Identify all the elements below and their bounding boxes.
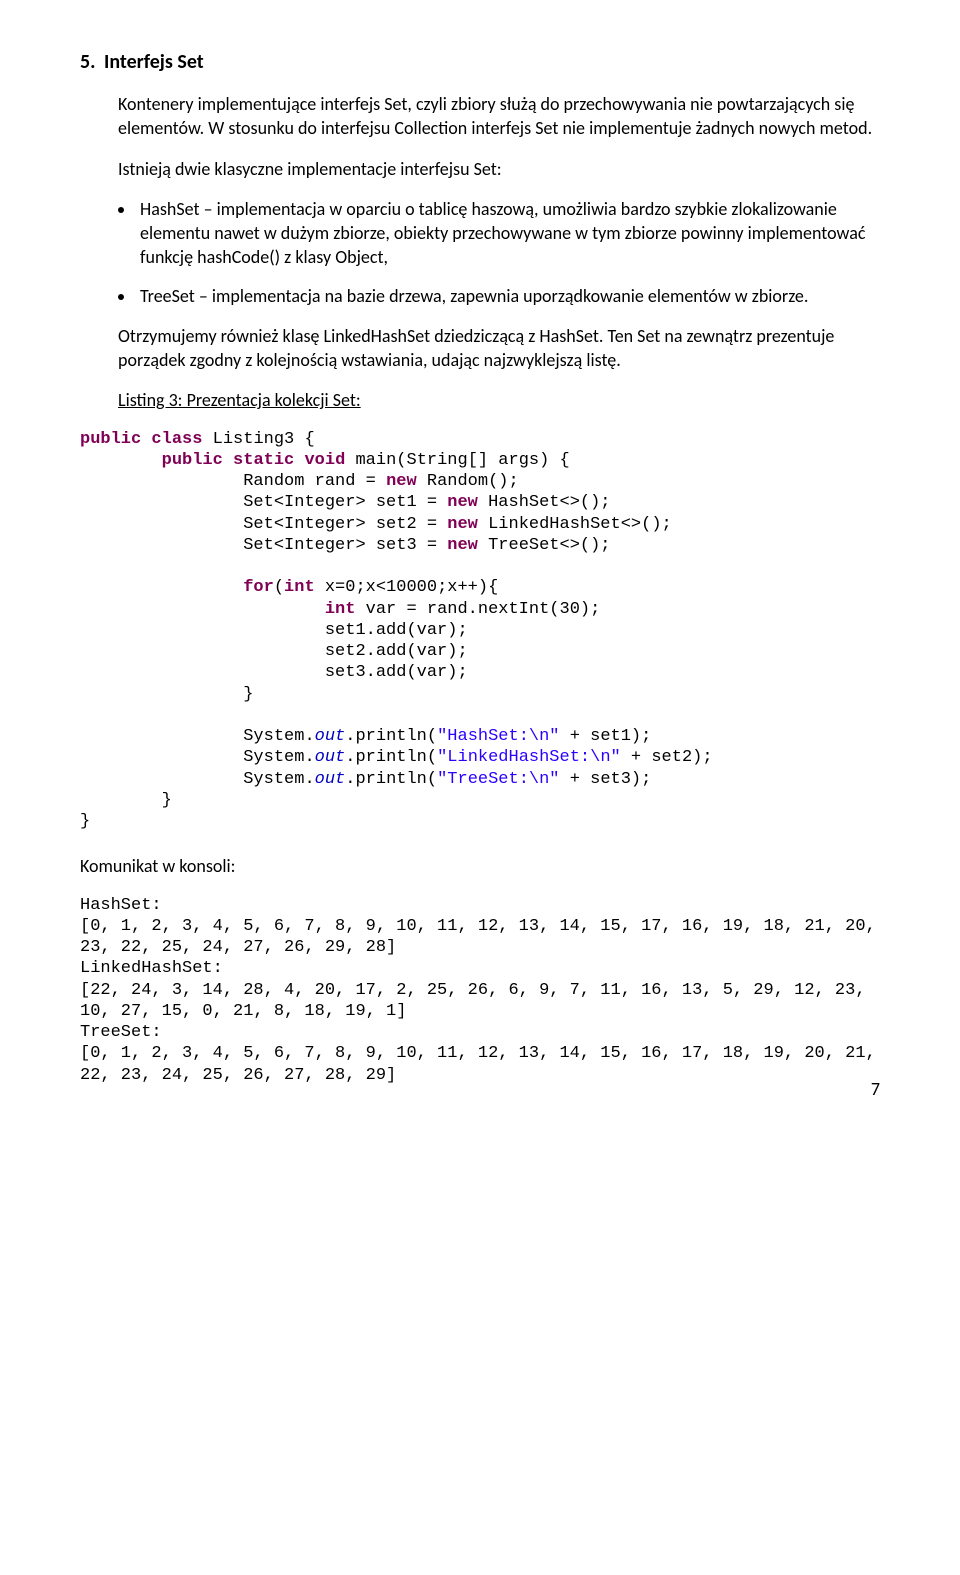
code-token: + set3); <box>560 770 652 789</box>
code-token: for <box>243 578 274 597</box>
code-listing: public class Listing3 { public static vo… <box>80 429 880 833</box>
implementations-list: HashSet – implementacja w oparciu o tabl… <box>136 197 880 308</box>
code-token: new <box>447 536 478 555</box>
code-token: void <box>304 451 345 470</box>
code-token: ( <box>274 578 284 597</box>
code-token: out <box>315 727 346 746</box>
code-token: int <box>284 578 315 597</box>
linkedhashset-paragraph: Otrzymujemy również klasę LinkedHashSet … <box>118 324 880 373</box>
code-token: static <box>233 451 294 470</box>
code-token: new <box>447 515 478 534</box>
list-item: HashSet – implementacja w oparciu o tabl… <box>136 197 880 270</box>
code-token: HashSet<>(); <box>478 493 611 512</box>
code-token: } <box>80 812 90 831</box>
console-output: HashSet: [0, 1, 2, 3, 4, 5, 6, 7, 8, 9, … <box>80 895 880 1086</box>
code-token: + set2); <box>621 748 713 767</box>
code-token: public <box>162 451 223 470</box>
code-token: LinkedHashSet<>(); <box>478 515 672 534</box>
code-token: System. <box>243 727 314 746</box>
code-token: "HashSet:\n" <box>437 727 559 746</box>
code-token: new <box>447 493 478 512</box>
code-token: } <box>162 791 172 810</box>
page-number: 7 <box>871 1078 880 1100</box>
code-token: class <box>151 430 202 449</box>
code-token: main(String[] args) { <box>355 451 569 470</box>
code-token: set2.add(var); <box>325 642 468 661</box>
code-token: "TreeSet:\n" <box>437 770 559 789</box>
code-token: Set<Integer> set1 = <box>243 493 447 512</box>
list-item: TreeSet – implementacja na bazie drzewa,… <box>136 284 880 308</box>
code-token: var = rand.nextInt(30); <box>355 600 600 619</box>
code-token: public <box>80 430 141 449</box>
code-token: System. <box>243 748 314 767</box>
code-token: Random rand = <box>243 472 386 491</box>
code-token: "LinkedHashSet:\n" <box>437 748 621 767</box>
code-token: Random(); <box>417 472 519 491</box>
console-label: Komunikat w konsoli: <box>80 854 880 878</box>
intro-paragraph-1: Kontenery implementujące interfejs Set, … <box>118 92 880 141</box>
section-number: 5. <box>80 50 95 74</box>
code-token: } <box>243 685 253 704</box>
code-token: new <box>386 472 417 491</box>
code-token: out <box>315 770 346 789</box>
code-token: set1.add(var); <box>325 621 468 640</box>
code-token: Listing3 { <box>213 430 315 449</box>
code-token: Set<Integer> set2 = <box>243 515 447 534</box>
section-heading: 5. Interfejs Set <box>80 50 880 74</box>
code-token: .println( <box>345 748 437 767</box>
listing-label: Listing 3: Prezentacja kolekcji Set: <box>118 389 880 411</box>
code-token: int <box>325 600 356 619</box>
code-token: x=0;x<10000;x++){ <box>315 578 499 597</box>
code-token: out <box>315 748 346 767</box>
code-token: System. <box>243 770 314 789</box>
code-token: Set<Integer> set3 = <box>243 536 447 555</box>
code-token: .println( <box>345 727 437 746</box>
page: 5. Interfejs Set Kontenery implementując… <box>0 0 960 1116</box>
code-token: TreeSet<>(); <box>478 536 611 555</box>
code-token: + set1); <box>560 727 652 746</box>
code-token: .println( <box>345 770 437 789</box>
intro-paragraph-2: Istnieją dwie klasyczne implementacje in… <box>118 157 880 181</box>
code-token: set3.add(var); <box>325 663 468 682</box>
section-title: Interfejs Set <box>104 50 204 74</box>
